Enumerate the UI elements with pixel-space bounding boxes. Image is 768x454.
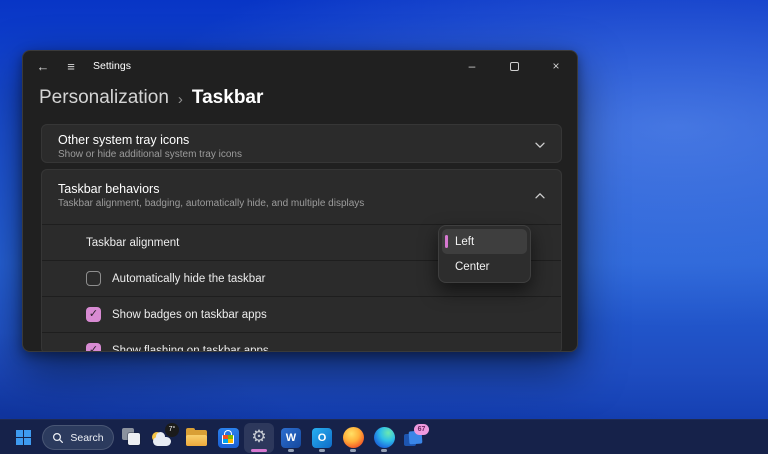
selected-indicator-bar bbox=[445, 235, 448, 248]
settings-window: ← ≡ Settings – × Personalization › Ta bbox=[22, 50, 578, 352]
card-header: Other system tray icons Show or hide add… bbox=[42, 125, 561, 164]
show-badges-checkbox[interactable]: ✓ bbox=[86, 307, 101, 322]
hamburger-icon: ≡ bbox=[67, 59, 75, 74]
chevron-down-icon bbox=[534, 139, 546, 151]
close-icon: × bbox=[552, 59, 559, 73]
row-show-badges[interactable]: ✓ Show badges on taskbar apps bbox=[42, 296, 561, 332]
running-app-indicator bbox=[381, 449, 387, 452]
edge-icon bbox=[374, 427, 395, 448]
maximize-icon bbox=[510, 62, 519, 71]
page-title: Taskbar bbox=[192, 87, 263, 109]
weather-badge: 7° bbox=[165, 423, 179, 437]
firefox-icon bbox=[343, 427, 364, 448]
chevron-up-icon bbox=[534, 190, 546, 202]
start-button[interactable] bbox=[8, 422, 38, 453]
show-badges-label: Show badges on taskbar apps bbox=[112, 309, 267, 321]
maximize-button[interactable] bbox=[493, 51, 535, 81]
navigation-menu-button[interactable]: ≡ bbox=[57, 54, 85, 78]
window-title: Settings bbox=[93, 60, 131, 72]
back-icon: ← bbox=[37, 59, 50, 74]
mail-app-icon: 67 bbox=[401, 426, 427, 450]
card-other-system-tray-icons[interactable]: Other system tray icons Show or hide add… bbox=[41, 124, 562, 163]
breadcrumb-personalization[interactable]: Personalization bbox=[39, 87, 169, 109]
microsoft-store-button[interactable] bbox=[213, 422, 243, 453]
dropdown-option-left[interactable]: Left bbox=[442, 229, 527, 254]
minimize-button[interactable]: – bbox=[451, 51, 493, 81]
autohide-label: Automatically hide the taskbar bbox=[112, 273, 265, 285]
search-icon bbox=[52, 432, 64, 444]
taskbar: Search 7° ⚙ bbox=[0, 419, 768, 454]
card-title: Other system tray icons bbox=[58, 132, 545, 148]
search-label: Search bbox=[70, 432, 103, 444]
file-explorer-button[interactable] bbox=[181, 422, 211, 453]
back-button[interactable]: ← bbox=[29, 54, 57, 78]
breadcrumb-separator: › bbox=[178, 89, 183, 108]
search-box[interactable]: Search bbox=[42, 425, 114, 450]
desktop-wallpaper: ← ≡ Settings – × Personalization › Ta bbox=[0, 0, 768, 454]
active-app-highlight: ⚙ bbox=[244, 423, 274, 453]
autohide-checkbox[interactable] bbox=[86, 271, 101, 286]
option-label: Left bbox=[455, 236, 474, 248]
windows-logo-icon bbox=[16, 430, 31, 445]
dropdown-option-center[interactable]: Center bbox=[442, 254, 527, 279]
running-app-indicator bbox=[350, 449, 356, 452]
row-show-flashing[interactable]: ✓ Show flashing on taskbar apps bbox=[42, 332, 561, 352]
card-subtitle: Taskbar alignment, badging, automaticall… bbox=[58, 197, 545, 210]
titlebar: ← ≡ Settings – × bbox=[23, 51, 577, 81]
store-icon bbox=[218, 428, 239, 448]
taskbar-alignment-label: Taskbar alignment bbox=[86, 237, 179, 249]
window-controls: – × bbox=[451, 51, 577, 81]
alignment-dropdown-flyout: Left Center bbox=[438, 225, 531, 283]
outlook-icon: O bbox=[312, 428, 332, 448]
widgets-weather-button[interactable]: 7° bbox=[149, 422, 179, 453]
close-button[interactable]: × bbox=[535, 51, 577, 81]
minimize-icon: – bbox=[469, 59, 476, 73]
firefox-button[interactable] bbox=[338, 422, 368, 453]
option-label: Center bbox=[455, 261, 490, 273]
running-app-indicator bbox=[288, 449, 294, 452]
breadcrumb: Personalization › Taskbar bbox=[39, 87, 263, 109]
word-icon: W bbox=[281, 428, 301, 448]
gear-icon: ⚙ bbox=[251, 429, 266, 446]
show-flashing-label: Show flashing on taskbar apps bbox=[112, 345, 269, 353]
active-app-indicator bbox=[251, 449, 267, 452]
card-header[interactable]: Taskbar behaviors Taskbar alignment, bad… bbox=[42, 170, 561, 222]
task-view-icon bbox=[122, 428, 142, 448]
task-view-button[interactable] bbox=[117, 422, 147, 453]
mail-app-button[interactable]: 67 bbox=[399, 422, 429, 453]
edge-button[interactable] bbox=[369, 422, 399, 453]
card-subtitle: Show or hide additional system tray icon… bbox=[58, 148, 545, 161]
card-title: Taskbar behaviors bbox=[58, 181, 545, 197]
folder-icon bbox=[186, 430, 207, 446]
outlook-button[interactable]: O bbox=[307, 422, 337, 453]
settings-app-button[interactable]: ⚙ bbox=[244, 422, 274, 453]
show-flashing-checkbox[interactable]: ✓ bbox=[86, 343, 101, 352]
word-button[interactable]: W bbox=[276, 422, 306, 453]
running-app-indicator bbox=[319, 449, 325, 452]
weather-icon: 7° bbox=[151, 426, 177, 450]
notification-badge: 67 bbox=[414, 424, 429, 435]
